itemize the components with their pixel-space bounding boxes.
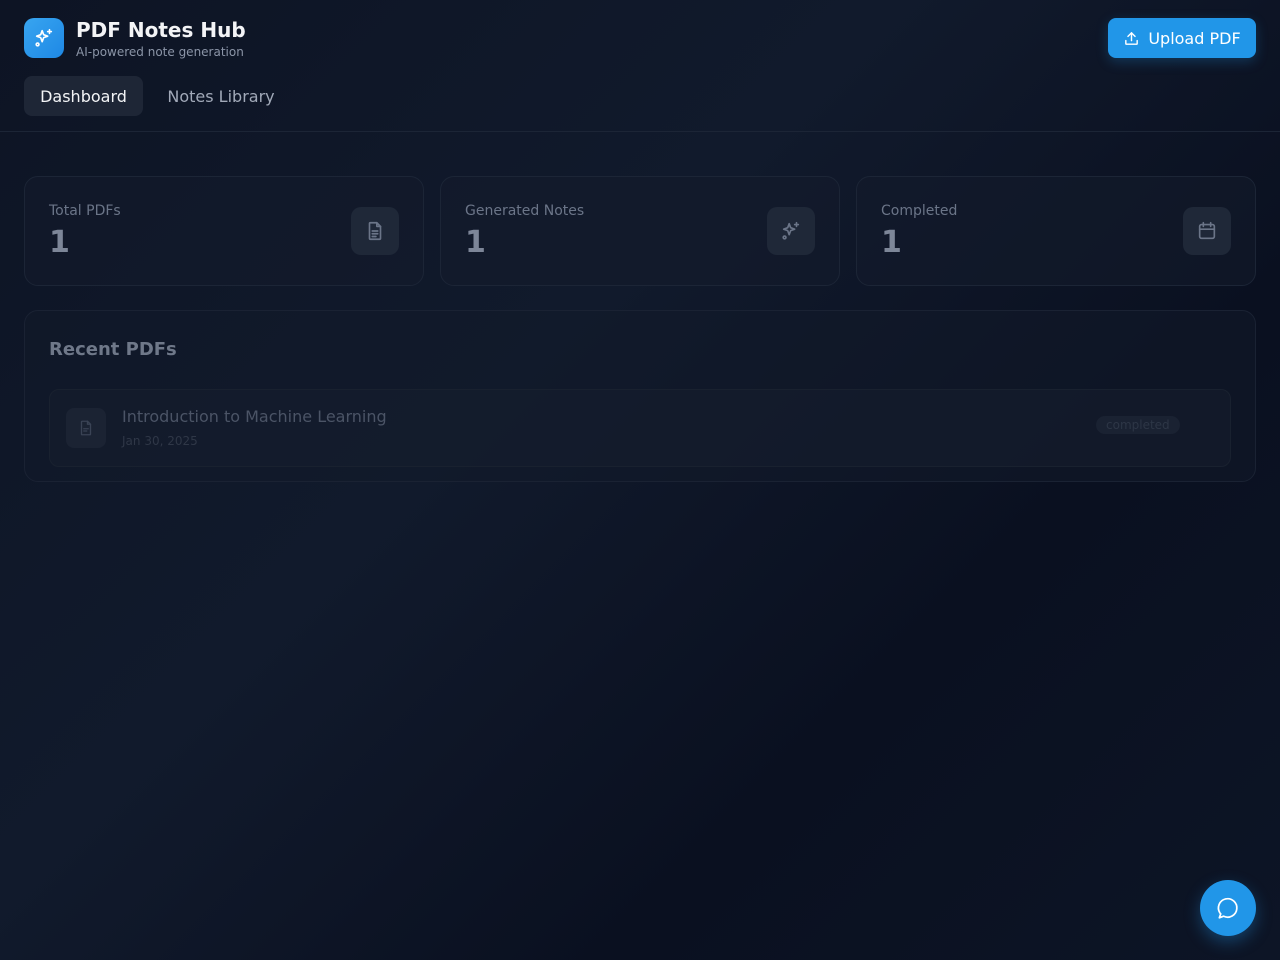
stat-value: 1 — [465, 225, 486, 260]
stat-card-generated-notes: Generated Notes 1 — [440, 176, 840, 286]
chat-bubble-icon — [1217, 897, 1238, 919]
app-subtitle: AI-powered note generation — [76, 45, 244, 59]
stat-card-total-pdfs: Total PDFs 1 — [24, 176, 424, 286]
sparkles-icon — [782, 221, 800, 240]
upload-pdf-button[interactable]: Upload PDF — [1108, 18, 1256, 58]
app-title: PDF Notes Hub — [76, 18, 246, 42]
file-text-icon — [80, 420, 92, 436]
tab-notes-library[interactable]: Notes Library — [151, 76, 291, 116]
tab-dashboard[interactable]: Dashboard — [24, 76, 143, 116]
pdf-date: Jan 30, 2025 — [122, 434, 198, 448]
stat-label: Generated Notes — [465, 203, 585, 219]
recent-pdfs-title: Recent PDFs — [49, 339, 177, 360]
stat-value: 1 — [881, 225, 902, 260]
pdf-icon-box — [66, 408, 106, 448]
stat-label: Completed — [881, 203, 958, 219]
stat-icon-box — [1183, 207, 1231, 255]
app-header: PDF Notes Hub AI-powered note generation… — [0, 0, 1280, 132]
stat-label: Total PDFs — [49, 203, 121, 219]
stat-icon-box — [351, 207, 399, 255]
pdf-title: Introduction to Machine Learning — [122, 407, 387, 426]
list-item[interactable]: Introduction to Machine Learning Jan 30,… — [49, 389, 1231, 467]
app-logo — [24, 18, 64, 58]
sparkles-icon — [35, 28, 53, 47]
recent-pdfs-panel: Recent PDFs Introduction to Machine Lear… — [24, 310, 1256, 482]
upload-pdf-label: Upload PDF — [1148, 28, 1241, 48]
calendar-icon — [1198, 221, 1216, 240]
status-badge: completed — [1096, 416, 1180, 434]
stat-value: 1 — [49, 225, 70, 260]
stat-icon-box — [767, 207, 815, 255]
upload-icon — [1125, 31, 1139, 45]
chat-button[interactable] — [1200, 880, 1256, 936]
stat-card-completed: Completed 1 — [856, 176, 1256, 286]
file-text-icon — [368, 221, 382, 241]
